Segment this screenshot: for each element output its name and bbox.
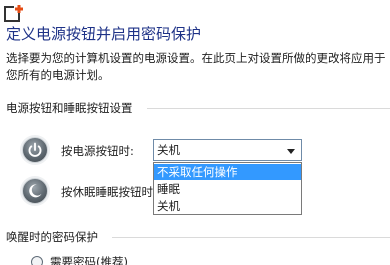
power-button-select-value: 关机 <box>157 143 180 157</box>
sleep-button-icon <box>22 178 48 204</box>
power-button-label: 按电源按钮时: <box>61 144 134 158</box>
power-button-select[interactable]: 关机 <box>153 139 302 161</box>
page-title: 定义电源按钮并启用密码保护 <box>6 25 202 43</box>
sleep-button-label: 按休眠睡眠按钮时: <box>61 185 157 199</box>
page-description: 选择要为您的计算机设置的电源设置。在此页上对设置所做的更改将应用于您所有的电源计… <box>6 51 386 82</box>
dropdown-option-do-nothing[interactable]: 不采取任何操作 <box>154 164 301 180</box>
power-button-dropdown-list: 不采取任何操作 睡眠 关机 <box>153 162 302 215</box>
section-title-password: 唤醒时的密码保护 <box>6 230 98 244</box>
dropdown-option-shutdown[interactable]: 关机 <box>154 198 301 214</box>
require-password-label: 需要密码(推荐) <box>50 255 128 265</box>
section-title-buttons: 电源按钮和睡眠按钮设置 <box>6 101 133 115</box>
section-divider <box>147 108 390 109</box>
chevron-down-icon[interactable] <box>287 149 295 154</box>
section-divider <box>112 237 390 238</box>
dropdown-option-sleep[interactable]: 睡眠 <box>154 181 301 197</box>
require-password-radio[interactable] <box>31 256 43 265</box>
app-logo-icon <box>4 3 25 22</box>
power-button-icon <box>22 137 48 163</box>
